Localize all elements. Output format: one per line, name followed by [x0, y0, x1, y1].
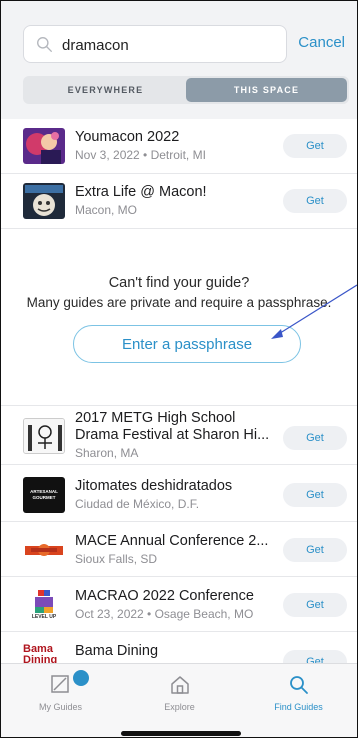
thumb-logo-text: LEVEL UP [31, 614, 57, 620]
guide-title: Jitomates deshidratados [75, 478, 233, 494]
get-button[interactable]: Get [283, 426, 347, 450]
search-icon [37, 37, 52, 52]
guide-title: Bama Dining [75, 643, 159, 659]
guide-subtitle: Ciudad de México, D.F. [75, 497, 200, 511]
guide-title-line2: Drama Festival at Sharon Hi... [75, 427, 270, 443]
guide-thumbnail [23, 183, 65, 219]
guide-subtitle: Oct 23, 2022 • Osage Beach, MO [75, 607, 254, 621]
app-screen: Cancel EVERYWHERE THIS SPACE Youmacon 20… [0, 0, 358, 738]
get-button[interactable]: Get [283, 538, 347, 562]
tab-label: My Guides [38, 702, 82, 712]
guide-title: 2017 METG High School [75, 410, 236, 426]
guide-thumbnail: LEVEL UP [23, 587, 65, 623]
search-icon [289, 676, 308, 694]
enter-passphrase-button[interactable]: Enter a passphrase [73, 325, 301, 363]
get-button[interactable]: Get [283, 593, 347, 617]
guide-subtitle: Sharon, MA [75, 446, 139, 460]
search-header: Cancel EVERYWHERE THIS SPACE [1, 1, 357, 119]
guide-thumbnail [23, 418, 65, 454]
thumb-logo-text: ARTESANAL GOURMET [30, 489, 58, 500]
guide-title: Youmacon 2022 [75, 129, 180, 145]
get-button[interactable]: Get [283, 189, 347, 213]
tab-bar: My Guides Explore Find Guides [1, 663, 357, 737]
home-indicator[interactable] [121, 731, 241, 736]
get-button[interactable]: Get [283, 483, 347, 507]
list-item[interactable]: Youmacon 2022 Nov 3, 2022 • Detroit, MI … [1, 119, 357, 174]
guide-title: MACRAO 2022 Conference [75, 588, 254, 604]
cancel-button[interactable]: Cancel [298, 34, 345, 51]
scope-segmented-control: EVERYWHERE THIS SPACE [23, 76, 349, 104]
list-item[interactable]: LEVEL UP MACRAO 2022 Conference Oct 23, … [1, 577, 357, 632]
notification-badge [73, 670, 89, 686]
tab-label: Explore [164, 702, 195, 712]
my-guides-icon [50, 675, 69, 693]
guide-thumbnail [23, 532, 65, 568]
tab-label: Find Guides [274, 702, 323, 712]
segment-this-space[interactable]: THIS SPACE [186, 78, 347, 102]
empty-state-title: Can't find your guide? [108, 275, 250, 291]
guide-subtitle: Nov 3, 2022 • Detroit, MI [75, 148, 206, 162]
get-button[interactable]: Get [283, 134, 347, 158]
search-box[interactable] [23, 25, 287, 63]
list-item[interactable]: MACE Annual Conference 2... Sioux Falls,… [1, 522, 357, 577]
list-item[interactable]: ARTESANAL GOURMET Jitomates deshidratado… [1, 467, 357, 522]
guide-subtitle: Sioux Falls, SD [75, 552, 158, 566]
search-row: Cancel [23, 25, 345, 63]
guide-thumbnail [23, 128, 65, 164]
tab-my-guides[interactable]: My Guides [1, 664, 120, 724]
tab-find-guides[interactable]: Find Guides [239, 664, 357, 724]
guide-title: MACE Annual Conference 2... [75, 533, 269, 549]
guide-title: Extra Life @ Macon! [75, 184, 207, 200]
segment-everywhere[interactable]: EVERYWHERE [25, 78, 186, 102]
guide-thumbnail: ARTESANAL GOURMET [23, 477, 65, 513]
search-input[interactable] [62, 34, 277, 56]
empty-state-subtitle: Many guides are private and require a pa… [26, 295, 332, 310]
list-item[interactable]: 2017 METG High School Drama Festival at … [1, 405, 357, 465]
home-icon [170, 676, 189, 694]
guide-subtitle: Macon, MO [75, 203, 138, 217]
list-item[interactable]: Extra Life @ Macon! Macon, MO Get [1, 174, 357, 229]
tab-explore[interactable]: Explore [120, 664, 239, 724]
